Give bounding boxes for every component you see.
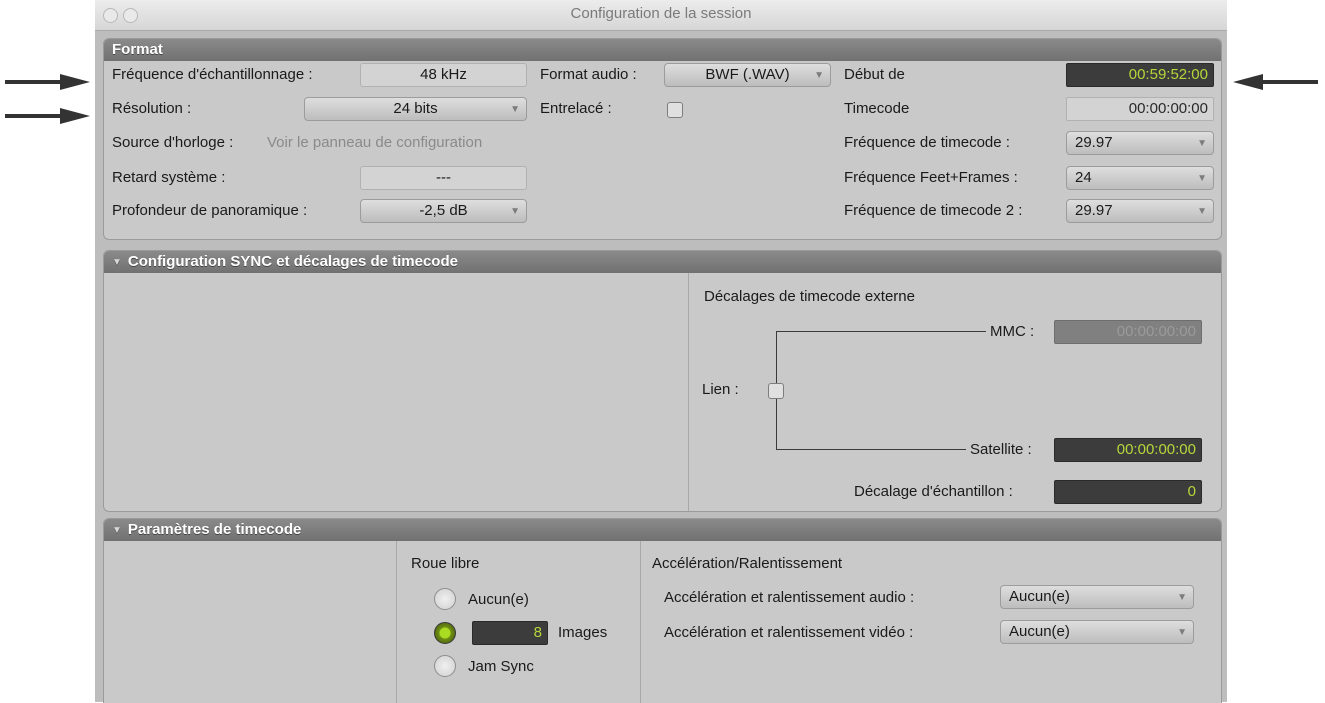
clock-source-value: Voir le panneau de configuration (267, 134, 483, 151)
format-panel-header: Format (104, 39, 1221, 61)
sync-header-label: Configuration SYNC et décalages de timec… (127, 253, 458, 270)
session-setup-window: Configuration de la session Format Fréqu… (95, 0, 1227, 703)
freewheel-frames-field[interactable]: 8 (472, 621, 548, 645)
satellite-label: Satellite : (970, 441, 1032, 458)
chevron-down-icon: ▼ (1197, 138, 1207, 149)
timecode-params-header[interactable]: ▼ Paramètres de timecode (104, 519, 1221, 541)
timecode-rate2-dropdown[interactable]: 29.97 ▼ (1066, 199, 1214, 223)
audio-format-dropdown[interactable]: BWF (.WAV) ▼ (664, 63, 831, 87)
sample-rate-label: Fréquence d'échantillonnage : (112, 66, 313, 83)
pullup-label: Accélération/Ralentissement (652, 555, 843, 572)
resolution-dropdown[interactable]: 24 bits ▼ (304, 97, 527, 121)
freewheel-jamsync-label: Jam Sync (468, 658, 534, 675)
feet-frames-value: 24 (1075, 169, 1092, 186)
freewheel-none-radio[interactable] (434, 588, 456, 610)
feet-frames-dropdown[interactable]: 24 ▼ (1066, 166, 1214, 190)
timecode-rate-label: Fréquence de timecode : (844, 134, 1010, 151)
freewheel-jamsync-radio[interactable] (434, 655, 456, 677)
disclosure-triangle-icon[interactable]: ▼ (112, 520, 122, 542)
chevron-down-icon: ▼ (1177, 627, 1187, 638)
freewheel-frames-radio[interactable] (434, 622, 456, 644)
timecode-rate-dropdown[interactable]: 29.97 ▼ (1066, 131, 1214, 155)
timecode-field: 00:00:00:00 (1066, 97, 1214, 121)
audio-pull-value: Aucun(e) (1009, 588, 1070, 605)
audio-format-value: BWF (.WAV) (705, 66, 790, 83)
timecode-rate2-value: 29.97 (1075, 202, 1113, 219)
video-pull-dropdown[interactable]: Aucun(e) ▼ (1000, 620, 1194, 644)
mmc-label: MMC : (990, 323, 1035, 340)
sync-panel-header[interactable]: ▼ Configuration SYNC et décalages de time… (104, 251, 1221, 273)
title-bar: Configuration de la session (95, 0, 1227, 31)
pan-depth-value: -2,5 dB (419, 202, 468, 219)
annotation-arrow-resolution (5, 108, 90, 124)
clock-source-label: Source d'horloge : (112, 134, 234, 151)
satellite-timecode-field[interactable]: 00:00:00:00 (1054, 438, 1202, 462)
interleaved-checkbox[interactable] (667, 102, 683, 118)
sample-rate-field: 48 kHz (360, 63, 527, 87)
link-label: Lien : (702, 381, 739, 398)
audio-pull-label: Accélération et ralentissement audio : (664, 589, 915, 606)
external-offsets-label: Décalages de timecode externe (704, 288, 915, 305)
freewheel-none-label: Aucun(e) (468, 591, 529, 608)
interleaved-label: Entrelacé : (540, 100, 612, 117)
audio-format-label: Format audio : (540, 66, 637, 83)
sync-divider (688, 273, 689, 511)
satellite-link-line (776, 449, 966, 450)
mmc-link-line (776, 331, 986, 332)
video-pull-label: Accélération et ralentissement vidéo : (664, 624, 914, 641)
chevron-down-icon: ▼ (510, 206, 520, 217)
freewheel-label: Roue libre (411, 555, 480, 572)
format-header-label: Format (112, 41, 163, 58)
window-title: Configuration de la session (570, 5, 752, 22)
resolution-label: Résolution : (112, 100, 192, 117)
sync-panel: ▼ Configuration SYNC et décalages de time… (103, 250, 1222, 512)
timecode-params-header-label: Paramètres de timecode (127, 521, 302, 538)
timecode-rate2-label: Fréquence de timecode 2 : (844, 202, 1023, 219)
disclosure-triangle-icon[interactable]: ▼ (112, 252, 122, 274)
mmc-timecode-field: 00:00:00:00 (1054, 320, 1202, 344)
timecode-params-panel: ▼ Paramètres de timecode Roue libre Aucun… (103, 518, 1222, 703)
video-pull-value: Aucun(e) (1009, 623, 1070, 640)
start-timecode-field[interactable]: 00:59:52:00 (1066, 63, 1214, 87)
sample-offset-field[interactable]: 0 (1054, 480, 1202, 504)
system-delay-label: Retard système : (112, 169, 226, 186)
annotation-arrow-start (1233, 74, 1318, 90)
link-checkbox[interactable] (768, 383, 784, 399)
resolution-value: 24 bits (393, 100, 438, 117)
start-label: Début de (844, 66, 905, 83)
pan-depth-label: Profondeur de panoramique : (112, 202, 308, 219)
system-delay-field: --- (360, 166, 527, 190)
freewheel-frames-label: Images (558, 624, 608, 641)
sample-offset-label: Décalage d'échantillon : (854, 483, 1013, 500)
annotation-arrow-sample-rate (5, 74, 90, 90)
chevron-down-icon: ▼ (1197, 206, 1207, 217)
format-panel: Format Fréquence d'échantillonnage : 48 … (103, 38, 1222, 240)
params-divider-right (640, 541, 641, 703)
chevron-down-icon: ▼ (1177, 592, 1187, 603)
params-divider-left (396, 541, 397, 703)
timecode-rate-value: 29.97 (1075, 134, 1113, 151)
feet-frames-label: Fréquence Feet+Frames : (844, 169, 1018, 186)
timecode-label: Timecode (844, 100, 910, 117)
chevron-down-icon: ▼ (1197, 173, 1207, 184)
chevron-down-icon: ▼ (510, 104, 520, 115)
pan-depth-dropdown[interactable]: -2,5 dB ▼ (360, 199, 527, 223)
chevron-down-icon: ▼ (814, 70, 824, 81)
audio-pull-dropdown[interactable]: Aucun(e) ▼ (1000, 585, 1194, 609)
